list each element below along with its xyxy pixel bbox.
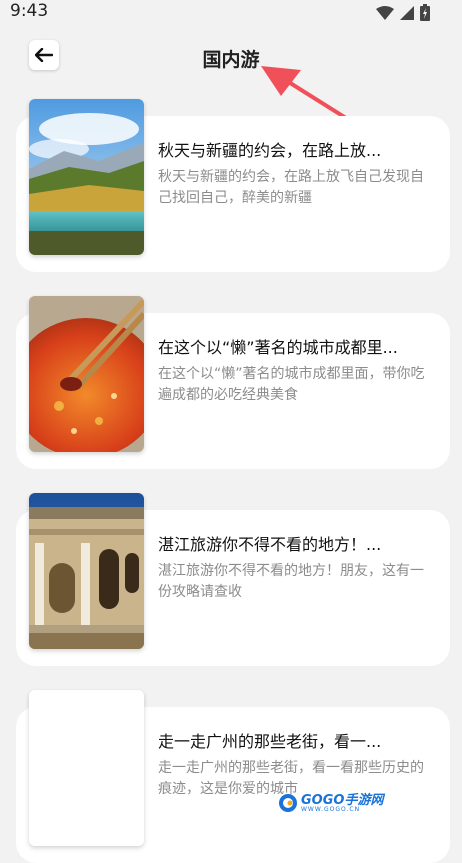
article-thumbnail-xinjiang[interactable] (29, 99, 144, 255)
gogo-logo-icon (279, 794, 297, 812)
article-title[interactable]: 湛江旅游你不得不看的地方！... (158, 531, 413, 555)
article-title[interactable]: 走一走广州的那些老街，看一... (158, 728, 413, 752)
article-thumbnail-guangzhou[interactable] (29, 690, 144, 846)
status-bar: 9:43 (0, 0, 462, 24)
article-thumbnail-zhanjiang[interactable] (29, 493, 144, 649)
article-description: 在这个以“懒”著名的城市成都里面，带你吃遍成都的必吃经典美食 (158, 366, 425, 403)
article-title[interactable]: 秋天与新疆的约会，在路上放... (158, 137, 413, 161)
watermark-url: WWW.GOGO.CN (301, 805, 361, 813)
article-description: 秋天与新疆的约会，在路上放飞自己发现自己找回自己，醉美的新疆 (158, 169, 424, 206)
article-thumbnail-chengdu[interactable] (29, 296, 144, 452)
watermark-logo: GOGO手游网 WWW.GOGO.CN (278, 793, 383, 813)
wifi-icon (376, 5, 394, 20)
battery-icon (420, 4, 430, 21)
status-icons (376, 4, 430, 21)
signal-icon (400, 5, 414, 20)
page-title: 国内游 (202, 49, 260, 71)
article-title[interactable]: 在这个以“懒”著名的城市成都里... (158, 334, 413, 358)
article-description: 湛江旅游你不得不看的地方！朋友，这有一份攻略请查收 (158, 563, 424, 600)
status-time: 9:43 (10, 1, 49, 21)
header: 国内游 (0, 40, 462, 80)
watermark-brand: GOGO手游网 (301, 792, 384, 808)
